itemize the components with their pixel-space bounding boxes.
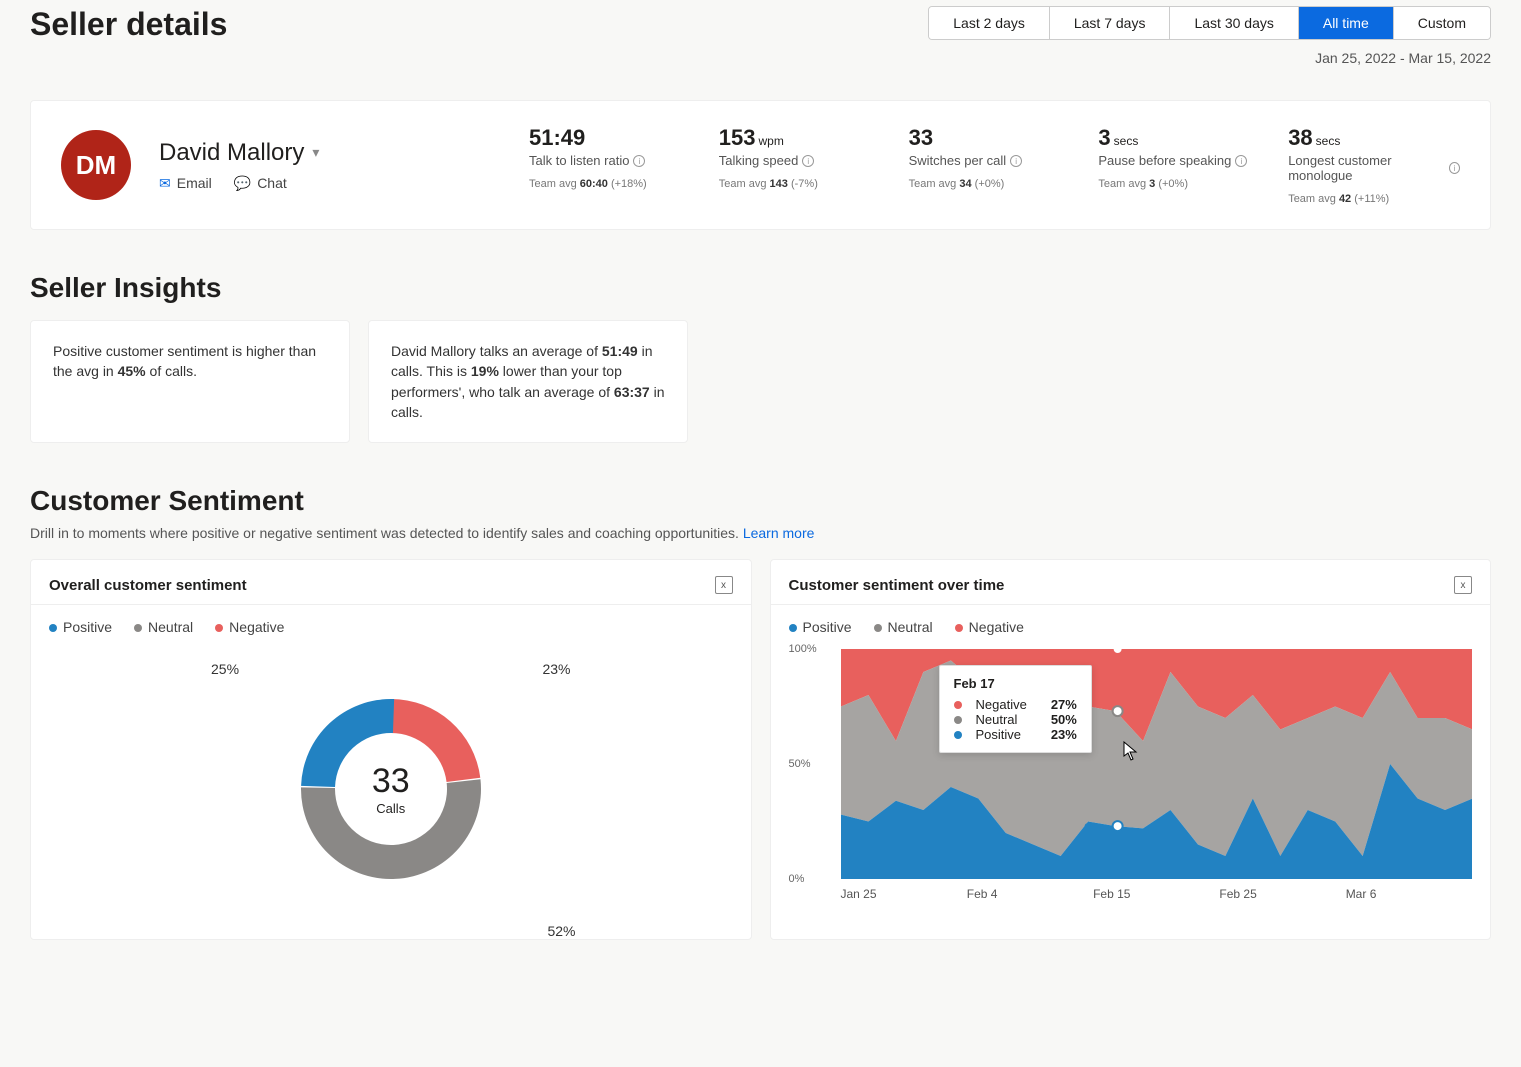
seller-name: David Mallory [159,139,304,167]
info-icon[interactable]: i [1449,162,1460,174]
info-icon[interactable]: i [633,155,645,167]
customer-sentiment-subtext: Drill in to moments where positive or ne… [30,525,1491,541]
seller-insights-heading: Seller Insights [30,272,1491,304]
time-filter-last-2-days[interactable]: Last 2 days [929,7,1050,39]
seller-profile-card: DM David Mallory ▾ ✉ Email 💬 Chat 51:49 … [30,100,1491,230]
chart-tooltip: Feb 17 Negative27% Neutral50% Positive23… [939,665,1092,753]
legend-neutral: Neutral [874,619,933,635]
chevron-down-icon: ▾ [312,144,319,161]
time-filter-last-7-days[interactable]: Last 7 days [1050,7,1171,39]
time-filter-last-30-days[interactable]: Last 30 days [1170,7,1298,39]
export-excel-icon[interactable]: x [1454,576,1472,594]
donut-chart[interactable]: 33 Calls 25% 23% 52% [31,639,751,939]
sentiment-over-time-card: Customer sentiment over time x Positive … [770,559,1492,940]
email-icon: ✉ [159,175,171,192]
learn-more-link[interactable]: Learn more [743,525,815,541]
seller-name-dropdown[interactable]: David Mallory ▾ [159,139,529,167]
metric-monologue: 38secs Longest customer monologuei Team … [1288,125,1460,205]
avatar: DM [61,130,131,200]
legend-positive: Positive [789,619,852,635]
info-icon[interactable]: i [1235,155,1247,167]
legend-negative: Negative [215,619,284,635]
legend-positive: Positive [49,619,112,635]
chat-label: Chat [257,175,287,191]
email-label: Email [177,175,212,191]
customer-sentiment-heading: Customer Sentiment [30,485,1491,517]
chart-title: Customer sentiment over time [789,577,1005,594]
page-title: Seller details [30,6,227,43]
chat-link[interactable]: 💬 Chat [234,175,287,192]
time-filter-custom[interactable]: Custom [1394,7,1490,39]
insight-card: David Mallory talks an average of 51:49 … [368,320,688,443]
overall-sentiment-card: Overall customer sentiment x Positive Ne… [30,559,752,940]
email-link[interactable]: ✉ Email [159,175,212,192]
donut-label-negative: 23% [542,661,570,677]
chart-title: Overall customer sentiment [49,577,247,594]
donut-label-positive: 25% [211,661,239,677]
area-chart[interactable]: 100% 50% 0% Feb 17 Negative27% Neutral50… [771,639,1491,925]
insight-card: Positive customer sentiment is higher th… [30,320,350,443]
info-icon[interactable]: i [802,155,814,167]
time-filter: Last 2 days Last 7 days Last 30 days All… [928,6,1491,40]
legend-negative: Negative [955,619,1024,635]
time-filter-all-time[interactable]: All time [1299,7,1394,39]
date-range: Jan 25, 2022 - Mar 15, 2022 [928,50,1491,66]
chat-icon: 💬 [234,175,251,192]
donut-label-neutral: 52% [547,923,575,939]
metric-switches: 33 Switches per calli Team avg 34 (+0%) [909,125,1081,205]
export-excel-icon[interactable]: x [715,576,733,594]
metric-talking-speed: 153wpm Talking speedi Team avg 143 (-7%) [719,125,891,205]
info-icon[interactable]: i [1010,155,1022,167]
metric-pause: 3secs Pause before speakingi Team avg 3 … [1098,125,1270,205]
legend-neutral: Neutral [134,619,193,635]
donut-center-label: Calls [376,801,405,816]
metric-talk-listen: 51:49 Talk to listen ratioi Team avg 60:… [529,125,701,205]
donut-center-value: 33 [372,762,410,801]
